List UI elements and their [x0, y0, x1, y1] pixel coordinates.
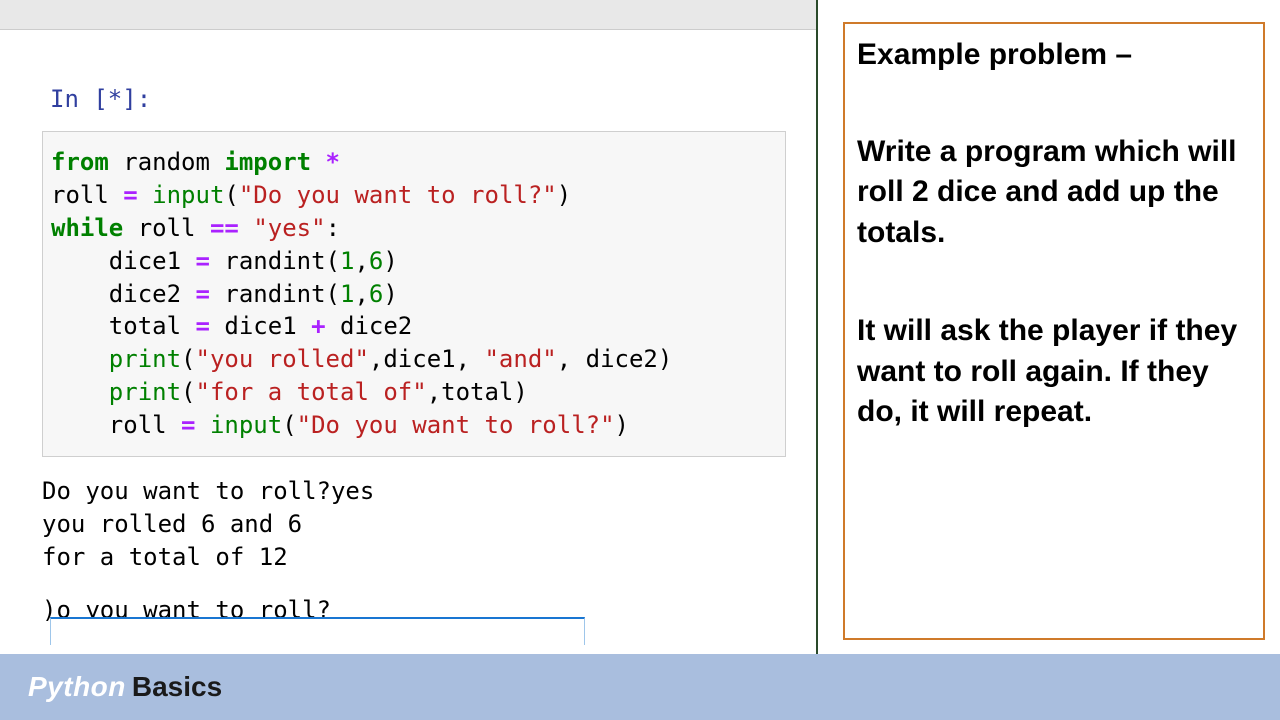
- problem-paragraph-2: It will ask the player if they want to r…: [857, 311, 1253, 433]
- code-source[interactable]: from random import * roll = input("Do yo…: [51, 146, 777, 442]
- notebook-cell: In [*]: from random import * roll = inpu…: [0, 30, 816, 624]
- notebook-pane: In [*]: from random import * roll = inpu…: [0, 0, 818, 654]
- cell-output: Do you want to roll?yes you rolled 6 and…: [42, 475, 796, 574]
- stdin-input[interactable]: [50, 617, 585, 645]
- prompt-suffix: ]:: [122, 85, 151, 113]
- cell-prompt: In [*]:: [50, 85, 796, 113]
- problem-paragraph-1: Write a program which will roll 2 dice a…: [857, 132, 1253, 254]
- prompt-status: *: [108, 85, 122, 113]
- footer-word-1: Python: [28, 671, 126, 703]
- footer-word-2: Basics: [132, 671, 222, 703]
- code-input-box[interactable]: from random import * roll = input("Do yo…: [42, 131, 786, 457]
- problem-heading: Example problem –: [857, 36, 1253, 74]
- prompt-prefix: In [: [50, 85, 108, 113]
- notebook-toolbar: [0, 0, 816, 30]
- footer-bar: Python Basics: [0, 654, 1280, 720]
- problem-panel: Example problem – Write a program which …: [843, 22, 1265, 640]
